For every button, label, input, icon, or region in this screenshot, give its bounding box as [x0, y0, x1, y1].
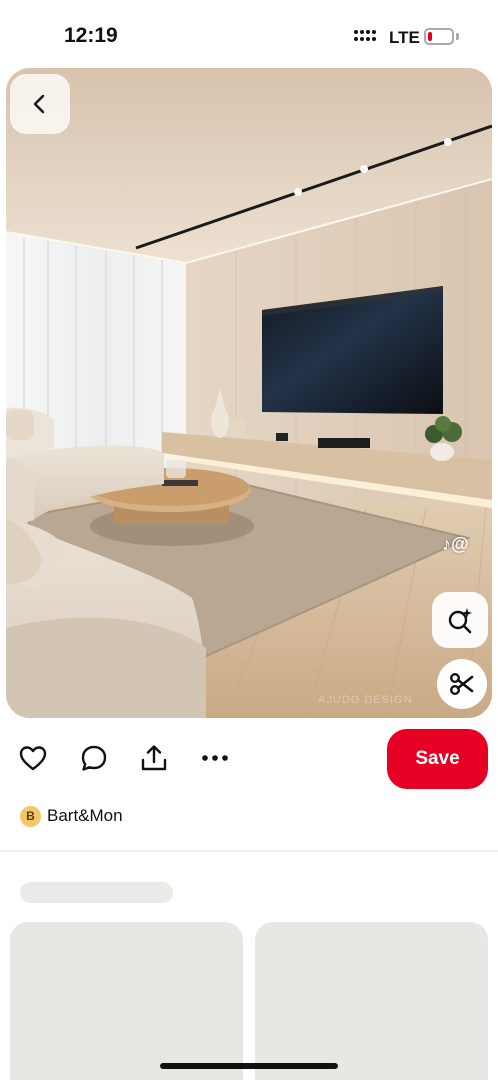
scissors-icon	[450, 673, 474, 695]
back-button[interactable]	[10, 74, 70, 134]
tiktok-handle: @	[451, 534, 469, 554]
battery-level	[428, 32, 432, 41]
like-button[interactable]	[17, 742, 49, 774]
more-icon	[202, 755, 228, 761]
chevron-left-icon	[33, 94, 45, 114]
cutout-button[interactable]	[437, 659, 487, 709]
share-button[interactable]	[138, 742, 170, 774]
share-icon	[141, 745, 167, 771]
pin-image[interactable]: ♪@ AJUDO DESIGN	[6, 68, 492, 718]
comment-icon	[81, 745, 107, 771]
sparkle-search-icon	[448, 608, 472, 634]
avatar[interactable]: B	[20, 805, 41, 827]
loading-placeholder-title	[20, 882, 173, 903]
section-divider	[0, 850, 498, 852]
more-button[interactable]	[199, 742, 231, 774]
comment-button[interactable]	[78, 742, 110, 774]
home-indicator[interactable]	[160, 1063, 338, 1069]
signal-icon	[354, 30, 378, 46]
status-bar: 12:19 LTE	[0, 0, 498, 68]
heart-icon	[19, 746, 47, 771]
tiktok-watermark: ♪@	[442, 534, 469, 555]
loading-placeholder-card	[255, 922, 488, 1080]
battery-cap	[456, 33, 459, 40]
save-button[interactable]: Save	[387, 729, 488, 789]
living-room-photo	[6, 68, 492, 718]
battery-icon	[424, 28, 454, 45]
image-watermark: AJUDO DESIGN	[318, 694, 413, 706]
author-name[interactable]: Bart&Mon	[47, 806, 123, 826]
tiktok-icon: ♪	[442, 534, 451, 554]
loading-placeholder-card	[10, 922, 243, 1080]
status-time: 12:19	[64, 24, 118, 47]
network-label: LTE	[389, 28, 420, 47]
visual-search-button[interactable]	[432, 592, 488, 648]
pin-author[interactable]: B Bart&Mon	[20, 804, 123, 828]
